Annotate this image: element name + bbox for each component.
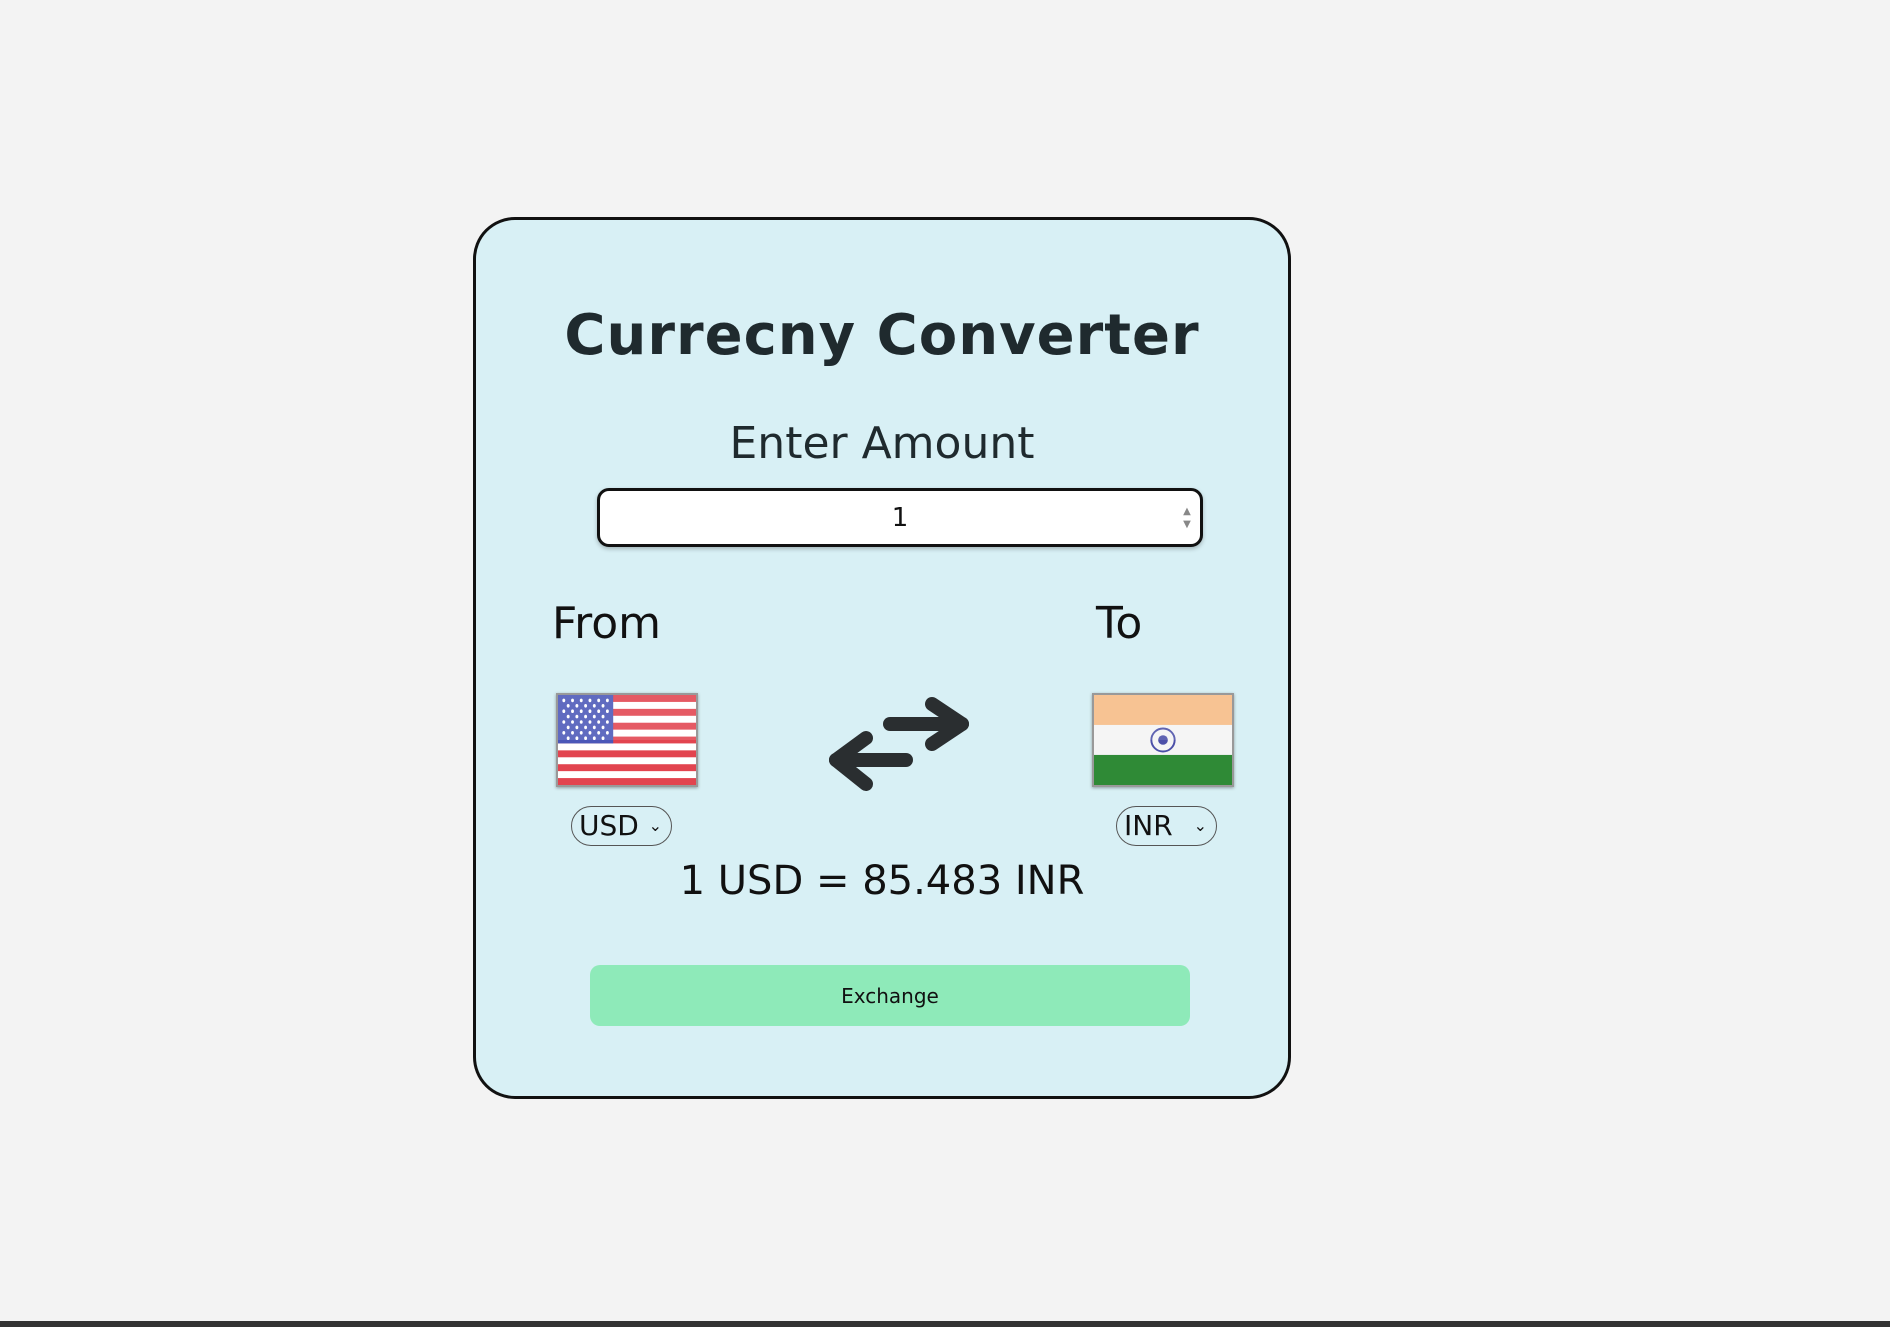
amount-label: Enter Amount xyxy=(729,418,1035,469)
to-label: To xyxy=(1096,598,1143,649)
bottom-edge-bar xyxy=(0,1321,1890,1327)
from-label: From xyxy=(552,598,662,649)
number-spinner[interactable]: ▲ ▼ xyxy=(1180,505,1194,533)
chevron-down-icon: ⌄ xyxy=(648,816,662,835)
conversion-result: 1 USD = 85.483 INR xyxy=(679,858,1085,904)
chevron-down-icon: ⌄ xyxy=(1193,816,1207,835)
from-currency-select[interactable]: USD ⌄ xyxy=(571,806,672,846)
amount-input[interactable] xyxy=(597,488,1203,547)
swap-arrows-icon[interactable] xyxy=(822,696,974,806)
to-currency-value: INR xyxy=(1124,809,1173,842)
exchange-button[interactable]: Exchange xyxy=(590,965,1190,1026)
converter-card: Currecny Converter Enter Amount ▲▼ From … xyxy=(473,217,1291,1099)
to-currency-select[interactable]: INR ⌄ xyxy=(1116,806,1217,846)
india-flag-icon xyxy=(1092,693,1234,787)
page-title: Currecny Converter xyxy=(564,303,1200,368)
from-currency-value: USD xyxy=(579,809,639,842)
us-flag-icon xyxy=(556,693,698,787)
